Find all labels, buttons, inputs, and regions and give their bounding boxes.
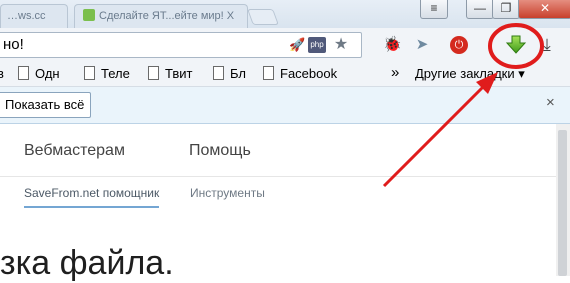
download-infobar: Показать всё × (0, 87, 570, 124)
page-icon (213, 66, 224, 80)
show-all-button[interactable]: Показать всё (0, 92, 92, 118)
page-icon (84, 66, 95, 80)
page-heading: зка файла. (0, 244, 174, 282)
bookmark-star-icon[interactable]: ★ (333, 37, 349, 53)
tab-savefrom-helper[interactable]: SaveFrom.net помощник (24, 186, 160, 208)
bookmark-item[interactable]: Теле (84, 66, 130, 81)
tab-tools[interactable]: Инструменты (190, 186, 265, 200)
chevron-down-icon: ▾ (518, 66, 525, 81)
bookmark-item[interactable]: Одн (18, 66, 60, 81)
divider (0, 176, 556, 177)
page-icon (18, 66, 29, 80)
stop-icon[interactable]: ⏻ (450, 36, 468, 54)
maximize-button[interactable]: ❐ (492, 0, 520, 19)
other-bookmarks-folder[interactable]: Другие закладки ▾ (415, 66, 525, 82)
ladybug-icon[interactable]: 🐞 (383, 36, 402, 54)
bookmarks-overflow-button[interactable]: » (391, 64, 399, 81)
new-tab-button[interactable] (247, 9, 279, 25)
close-window-button[interactable]: ✕ (518, 0, 570, 19)
page-icon (148, 66, 159, 80)
close-icon[interactable]: × (546, 94, 555, 111)
nav-link-help[interactable]: Помощь (189, 142, 251, 160)
scrollbar[interactable] (556, 124, 570, 276)
title-bar: …ws.cc Сделайте ЯТ...ейте мир! X ≡ — ❐ ✕ (0, 0, 570, 29)
tab-title: Сделайте ЯТ...ейте мир! X (99, 10, 235, 22)
paper-plane-icon[interactable]: ➤ (413, 36, 431, 54)
php-icon[interactable]: php (308, 37, 326, 53)
scrollbar-thumb[interactable] (558, 130, 567, 276)
bookmarks-bar: в Одн Теле Твит Бл Facebook » Другие зак… (0, 62, 570, 87)
nav-link-webmasters[interactable]: Вебмастерам (24, 142, 125, 160)
bookmark-item[interactable]: Facebook (263, 66, 337, 81)
savefrom-download-icon[interactable] (505, 35, 527, 55)
minimize-button[interactable]: — (466, 0, 494, 19)
browser-toolbar: но! 🚀 php ★ 🐞 ➤ ⏻ ⤓ (0, 28, 570, 63)
tab-title: …ws.cc (7, 10, 46, 22)
page-icon (263, 66, 274, 80)
bookmark-item[interactable]: Твит (148, 66, 193, 81)
menu-button[interactable]: ≡ (420, 0, 448, 19)
rocket-icon[interactable]: 🚀 (289, 37, 305, 53)
browser-tab-2[interactable]: Сделайте ЯТ...ейте мир! X (74, 4, 248, 29)
bookmark-item[interactable]: в (0, 66, 4, 81)
download-icon[interactable]: ⤓ (538, 36, 556, 54)
browser-tab-1[interactable]: …ws.cc (0, 4, 68, 29)
address-bar[interactable]: но! 🚀 php ★ (0, 32, 362, 58)
page-content: Вебмастерам Помощь SaveFrom.net помощник… (0, 124, 556, 282)
bookmark-item[interactable]: Бл (213, 66, 246, 81)
address-text: но! (3, 36, 24, 53)
favicon-icon (83, 9, 95, 21)
